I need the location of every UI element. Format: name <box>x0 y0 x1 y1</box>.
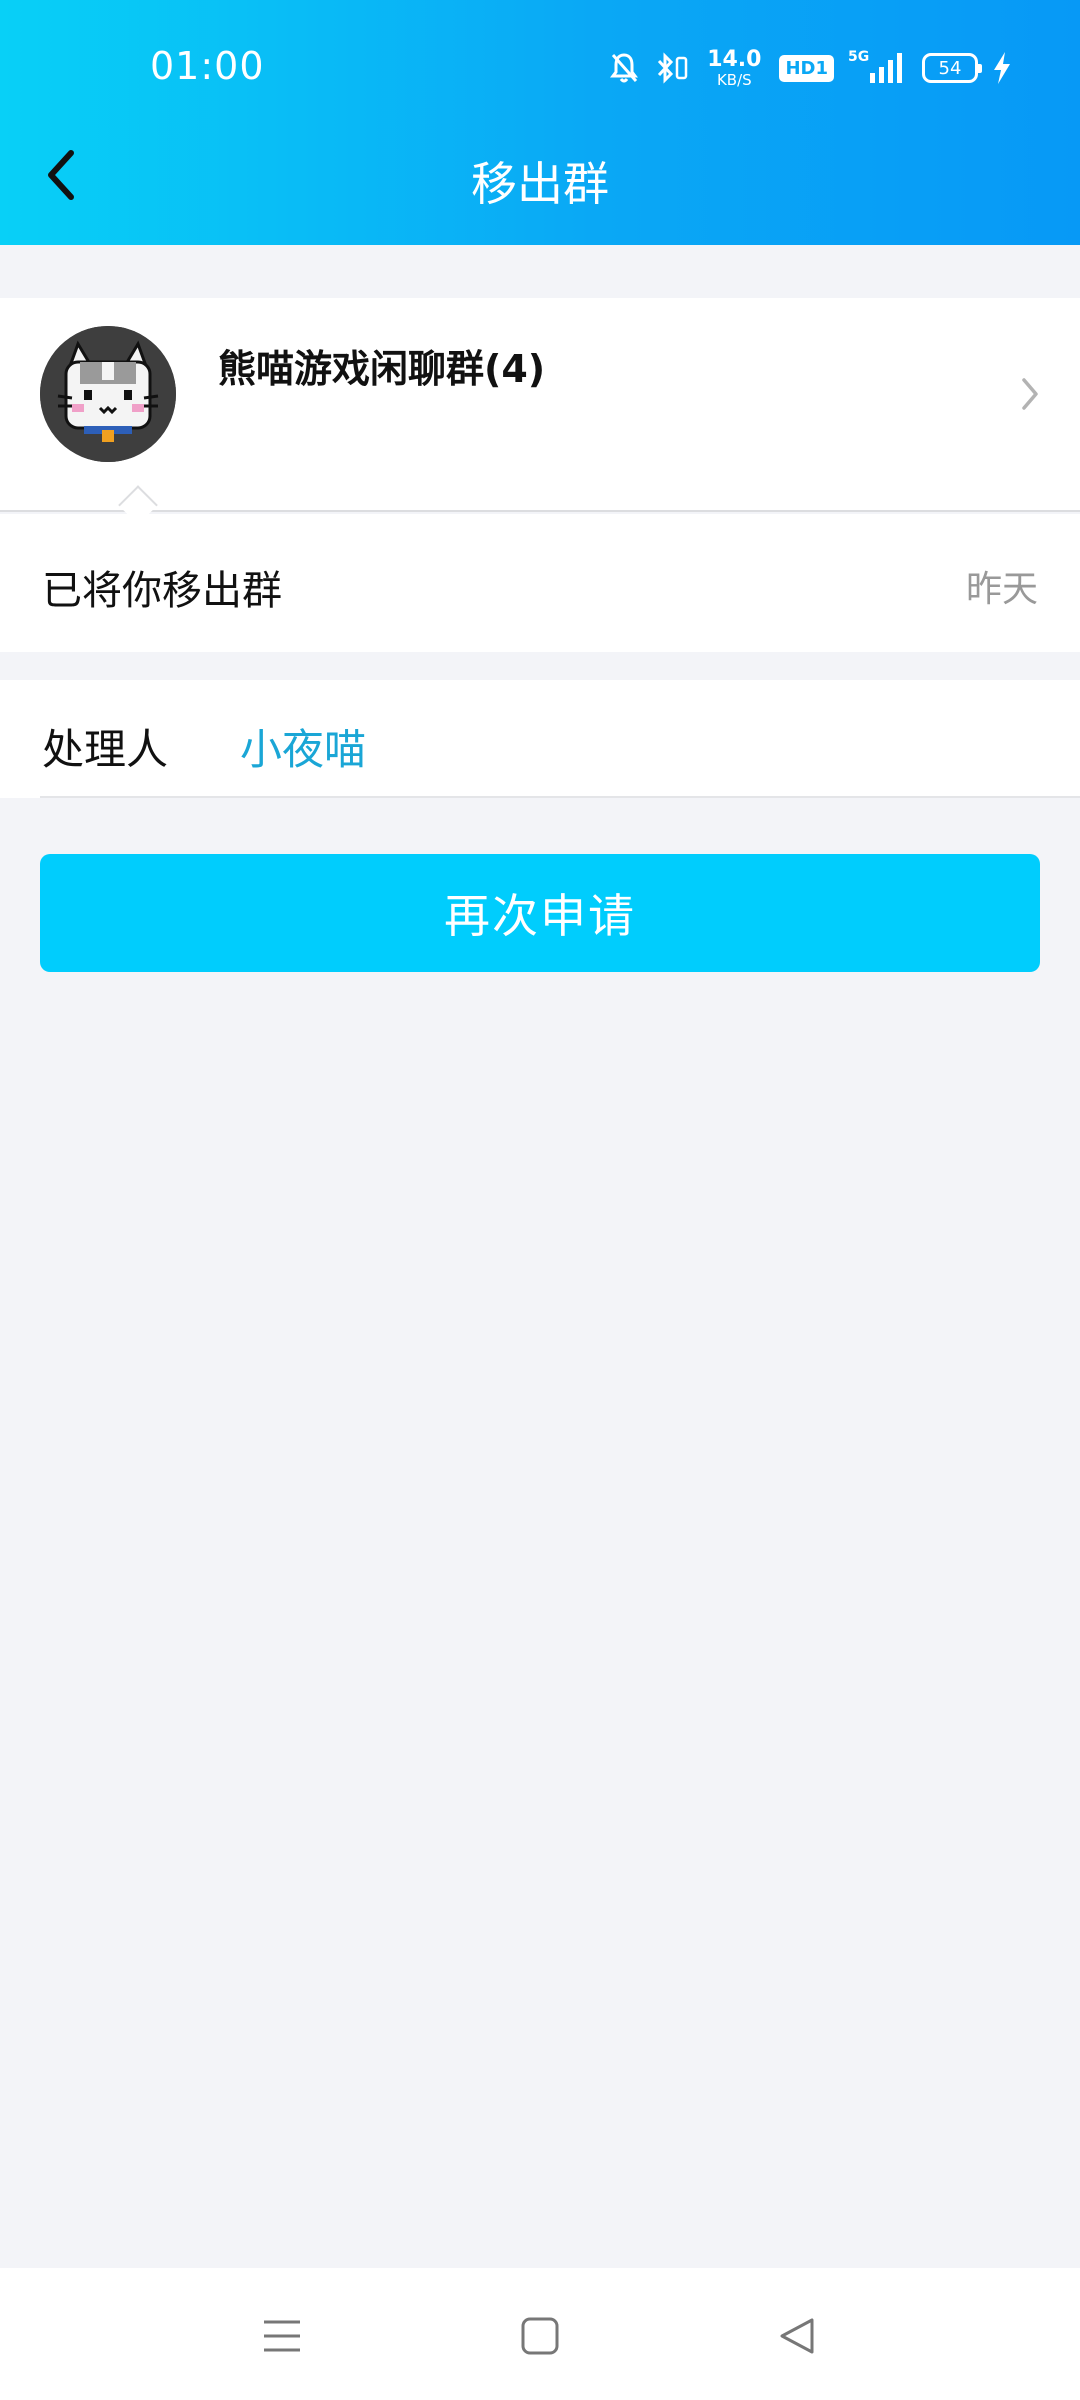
home-button[interactable] <box>510 2306 570 2366</box>
mute-bell-icon <box>609 51 639 85</box>
message-text: 已将你移出群 <box>42 568 282 614</box>
handler-label: 处理人 <box>42 725 169 774</box>
status-bar: 01:00 14.0 KB/S HD1 5G 54 <box>0 0 1080 120</box>
chevron-right-icon <box>1020 376 1040 416</box>
hd-badge: HD1 <box>779 54 834 82</box>
system-back-button[interactable] <box>768 2306 828 2366</box>
message-time: 昨天 <box>965 569 1038 610</box>
cat-avatar-icon <box>40 326 176 462</box>
handler-divider <box>40 796 1080 798</box>
header: 01:00 14.0 KB/S HD1 5G 54 移出群 <box>0 0 1080 245</box>
battery-icon: 54 <box>922 53 982 83</box>
signal-5g-icon: 5G <box>848 49 908 85</box>
net-speed-value: 14.0 <box>707 46 762 72</box>
battery-level: 54 <box>938 57 962 79</box>
nav-bar: 移出群 <box>0 120 1080 245</box>
back-triangle-icon <box>780 2318 814 2354</box>
net-speed: 14.0 KB/S <box>707 46 762 89</box>
charging-icon <box>992 51 1012 85</box>
card-divider <box>0 510 1080 512</box>
handler-row: 处理人 小夜喵 <box>0 680 1080 798</box>
message-row: 已将你移出群 昨天 <box>0 514 1080 652</box>
handler-name-link[interactable]: 小夜喵 <box>240 716 366 777</box>
home-square-icon <box>521 2317 559 2355</box>
group-avatar <box>40 326 176 462</box>
page-title: 移出群 <box>471 157 609 211</box>
reapply-button[interactable]: 再次申请 <box>40 854 1040 972</box>
group-card[interactable]: 熊喵游戏闲聊群(4) <box>0 298 1080 525</box>
status-time: 01:00 <box>150 44 265 88</box>
menu-button[interactable] <box>252 2306 312 2366</box>
net-speed-unit: KB/S <box>716 70 752 89</box>
bluetooth-icon <box>653 50 689 86</box>
group-name: 熊喵游戏闲聊群(4) <box>218 347 546 391</box>
network-label: 5G <box>848 49 870 65</box>
system-nav-bar <box>0 2268 1080 2400</box>
menu-icon <box>264 2320 300 2352</box>
status-icons: 14.0 KB/S HD1 5G 54 <box>609 48 1012 88</box>
